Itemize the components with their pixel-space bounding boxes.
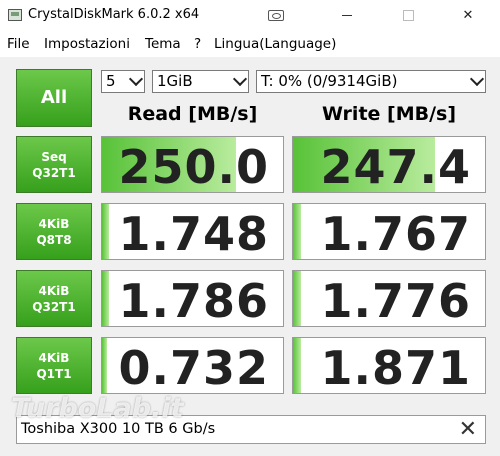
seq-q32t1-button[interactable]: Seq Q32T1	[16, 136, 92, 193]
write-progress-bar	[293, 271, 301, 326]
menu-impostazioni[interactable]: Impostazioni	[44, 36, 130, 52]
write-value: 247.4	[320, 140, 471, 193]
read-progress-bar	[102, 338, 108, 393]
title-bar: CrystalDiskMark 6.0.2 x64 ✕	[0, 0, 500, 31]
camera-icon	[268, 10, 284, 21]
screenshot-button[interactable]	[253, 0, 299, 31]
window-title: CrystalDiskMark 6.0.2 x64	[28, 7, 200, 22]
test-name: 4KiB	[38, 350, 70, 365]
read-value: 250.0	[118, 140, 269, 193]
write-progress-bar	[293, 338, 301, 393]
read-result-4kib-q8t8: 1.748	[101, 203, 284, 260]
test-queue: Q8T8	[36, 232, 72, 247]
test-queue: Q32T1	[32, 299, 76, 314]
drive-select[interactable]: T: 0% (0/9314GiB)	[256, 70, 486, 93]
chevron-down-icon	[128, 71, 144, 87]
write-result-4kib-q8t8: 1.767	[292, 203, 486, 260]
read-value: 1.748	[118, 207, 269, 260]
4kib-q32t1-button[interactable]: 4KiB Q32T1	[16, 270, 92, 327]
menu-language[interactable]: Lingua(Language)	[214, 36, 336, 52]
test-name: 4KiB	[38, 283, 70, 298]
minimize-icon	[342, 15, 352, 16]
read-progress-bar	[102, 271, 110, 326]
menu-file[interactable]: File	[7, 36, 30, 52]
write-value: 1.776	[320, 274, 471, 327]
4kib-q1t1-button[interactable]: 4KiB Q1T1	[16, 337, 92, 394]
write-value: 1.871	[320, 341, 471, 394]
read-result-4kib-q32t1: 1.786	[101, 270, 284, 327]
app-disk-icon	[8, 9, 22, 21]
write-result-seq-q32t1: 247.4	[292, 136, 486, 193]
read-result-4kib-q1t1: 0.732	[101, 337, 284, 394]
menu-tema[interactable]: Tema	[145, 36, 181, 52]
chevron-down-icon	[232, 71, 248, 87]
read-progress-bar	[102, 204, 110, 259]
test-count-value: 5	[106, 72, 116, 90]
maximize-button[interactable]	[385, 0, 431, 31]
all-button[interactable]: All	[16, 69, 92, 127]
write-header: Write [MB/s]	[321, 103, 457, 125]
read-value: 1.786	[118, 274, 269, 327]
test-queue: Q1T1	[36, 366, 72, 381]
maximize-icon	[402, 10, 414, 21]
read-header: Read [MB/s]	[127, 103, 258, 125]
test-count-select[interactable]: 5	[101, 70, 145, 93]
drive-value: T: 0% (0/9314GiB)	[261, 72, 398, 90]
write-result-4kib-q32t1: 1.776	[292, 270, 486, 327]
menu-help[interactable]: ?	[194, 36, 201, 52]
close-button[interactable]: ✕	[445, 0, 491, 31]
test-queue: Q32T1	[32, 165, 76, 180]
minimize-button[interactable]	[324, 0, 370, 31]
watermark-logo: TurboLab.it	[11, 393, 184, 424]
clear-comment-icon[interactable]: ✕	[459, 416, 477, 443]
write-result-4kib-q1t1: 1.871	[292, 337, 486, 394]
read-result-seq-q32t1: 250.0	[101, 136, 284, 193]
4kib-q8t8-button[interactable]: 4KiB Q8T8	[16, 203, 92, 260]
test-name: 4KiB	[38, 216, 70, 231]
read-value: 0.732	[118, 341, 269, 394]
write-value: 1.767	[320, 207, 471, 260]
menu-bar: File Impostazioni Tema ? Lingua(Language…	[0, 31, 500, 57]
test-name: Seq	[41, 149, 67, 164]
chevron-down-icon	[469, 71, 485, 87]
test-size-value: 1GiB	[157, 72, 193, 90]
test-size-select[interactable]: 1GiB	[152, 70, 249, 93]
write-progress-bar	[293, 204, 301, 259]
